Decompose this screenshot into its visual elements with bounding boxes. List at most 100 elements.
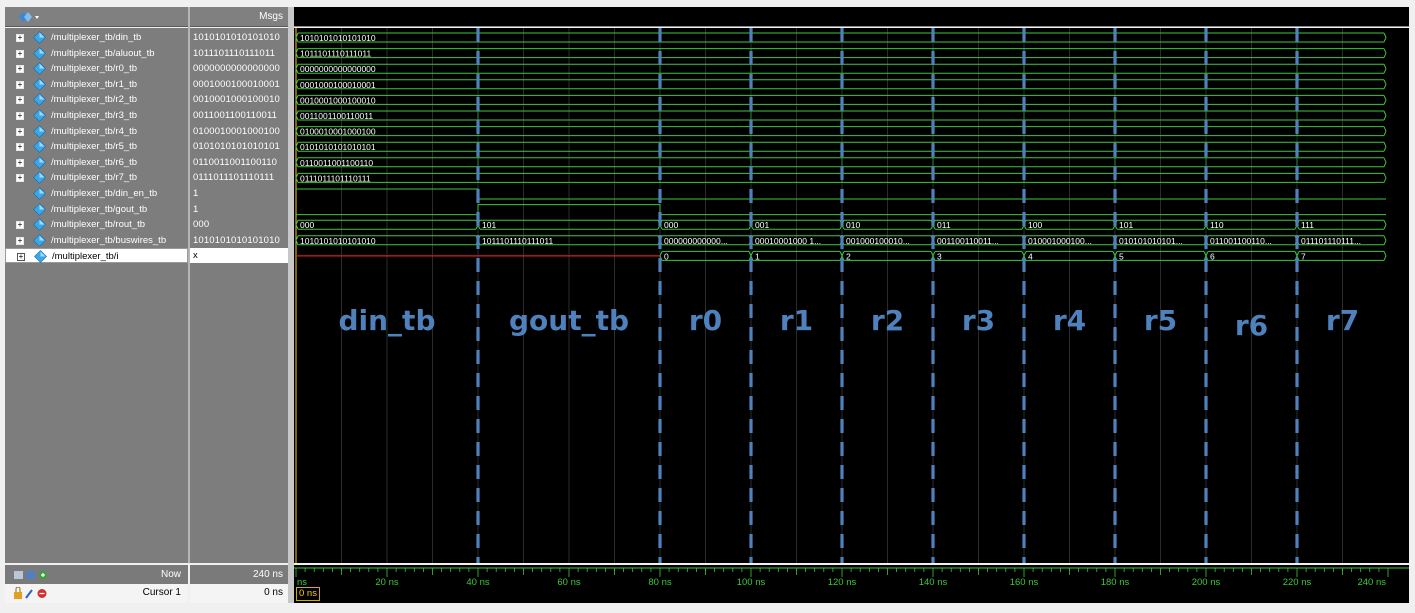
waveform-canvas[interactable]: 1010101010101010101110111011101100000000…: [294, 28, 1409, 563]
annotation-label: r2: [871, 304, 904, 337]
signal-value[interactable]: 1: [190, 202, 288, 217]
signal-row[interactable]: + /multiplexer_tb/i: [5, 248, 188, 264]
wave-menu-icon[interactable]: [17, 10, 45, 24]
ruler-label: 40 ns: [466, 577, 489, 588]
wave-window: Msgs + /multiplexer_tb/din_tb + /multiplexe…: [0, 0, 1415, 613]
signal-name: /multiplexer_tb/r7_tb: [51, 172, 138, 184]
diamond-icon: [33, 62, 46, 76]
signal-value[interactable]: 0111011101110111: [190, 170, 288, 185]
rout-value-label: 101: [482, 220, 496, 230]
expand-icon[interactable]: +: [16, 112, 24, 120]
bus-transition: [1383, 126, 1387, 136]
time-ruler-canvas[interactable]: ns 20 ns 40 ns 60 ns 80 ns 100 ns 120 ns 140 ns…: [294, 565, 1409, 603]
expand-icon[interactable]: +: [16, 236, 24, 245]
signal-row[interactable]: + /multiplexer_tb/r3_tb: [5, 108, 188, 123]
bus-value-label: 0011001100110011: [300, 111, 373, 121]
signal-value[interactable]: 0010001000100010: [190, 92, 288, 107]
expand-icon[interactable]: +: [16, 143, 24, 152]
now-label: Now: [160, 569, 181, 580]
expand-icon[interactable]: +: [16, 127, 24, 136]
i-value-label: 5: [1119, 251, 1124, 261]
bus-transition: [1383, 95, 1387, 105]
time-ruler[interactable]: ns 20 ns 40 ns 60 ns 80 ns 100 ns 120 ns 140 ns…: [294, 565, 1409, 603]
bus-value-label: 0000000000000000: [300, 64, 376, 74]
expand-icon[interactable]: +: [16, 34, 24, 42]
cursor-toolbar-icons[interactable]: [14, 587, 54, 600]
signal-value[interactable]: 1010101010101010: [190, 30, 288, 45]
waveform-area[interactable]: 1010101010101010 1011101110111011 00000000…: [294, 28, 1409, 563]
expand-icon[interactable]: +: [17, 253, 25, 262]
i-value-label: 2: [846, 251, 851, 261]
cursor-time-box[interactable]: 0 ns: [296, 587, 320, 601]
signal-value[interactable]: 1011101110111011: [190, 46, 288, 61]
now-value: 240 ns: [252, 569, 283, 580]
annotation-label: din_tb: [338, 304, 435, 337]
cursor-label: Cursor 1: [142, 587, 181, 598]
rout-value-label: 111: [1301, 220, 1314, 230]
cursor-value: 0 ns: [264, 587, 283, 598]
bus-transition: [1383, 63, 1387, 74]
expand-icon[interactable]: +: [16, 174, 24, 183]
annotation-label: r1: [780, 304, 813, 337]
now-toolbar-icons[interactable]: [14, 569, 54, 581]
signal-row[interactable]: + /multiplexer_tb/din_tb: [5, 30, 188, 45]
diamond-icon: [33, 202, 46, 216]
msgs-column-header[interactable]: Msgs: [190, 7, 288, 27]
diamond-icon: [33, 124, 46, 138]
signal-value[interactable]: 1010101010101010: [190, 233, 288, 248]
signal-row[interactable]: + /multiplexer_tb/r0_tb: [5, 61, 188, 76]
signal-row[interactable]: + /multiplexer_tb/r4_tb: [5, 124, 188, 139]
diamond-icon: [33, 171, 46, 185]
signal-value[interactable]: 0110011001100110: [190, 155, 288, 170]
signal-value[interactable]: 0101010101010101: [190, 139, 288, 154]
expand-icon[interactable]: +: [16, 49, 24, 58]
signal-row[interactable]: + /multiplexer_tb/aluout_tb: [5, 46, 188, 61]
signal-value[interactable]: 0011001100110011: [190, 108, 288, 123]
signal-row[interactable]: + /multiplexer_tb/r2_tb: [5, 92, 188, 107]
bus-transition: [1383, 110, 1387, 121]
signal-row[interactable]: + /multiplexer_tb/r7_tb: [5, 170, 188, 185]
signal-name: /multiplexer_tb/r0_tb: [51, 63, 138, 75]
signal-name: /multiplexer_tb/aluout_tb: [51, 47, 155, 59]
signal-name: /multiplexer_tb/i: [52, 251, 119, 263]
cursor-value-row[interactable]: 0 ns: [190, 584, 288, 603]
expand-icon[interactable]: +: [16, 80, 24, 89]
annotation-label: r3: [962, 304, 995, 337]
signal-row[interactable]: /multiplexer_tb/gout_tb: [5, 202, 188, 217]
signal-value[interactable]: 000: [190, 217, 288, 232]
expand-icon[interactable]: +: [16, 158, 24, 167]
signal-row[interactable]: + /multiplexer_tb/buswires_tb: [5, 233, 188, 248]
signal-value[interactable]: 0001000100010001: [190, 77, 288, 92]
annotation-label: r7: [1326, 304, 1359, 337]
signal-row[interactable]: /multiplexer_tb/din_en_tb: [5, 186, 188, 201]
signal-value[interactable]: 1: [190, 186, 288, 201]
signal-row[interactable]: + /multiplexer_tb/r1_tb: [5, 77, 188, 92]
signal-value[interactable]: x: [190, 248, 288, 264]
signal-row[interactable]: + /multiplexer_tb/r6_tb: [5, 155, 188, 170]
ruler-label: 200 ns: [1192, 577, 1221, 588]
bus-value-label: 0010001000100010: [300, 95, 376, 105]
expand-icon[interactable]: +: [16, 96, 24, 105]
expand-icon[interactable]: +: [16, 221, 24, 230]
ruler-label: 60 ns: [557, 577, 580, 588]
signal-name: /multiplexer_tb/din_en_tb: [51, 188, 158, 199]
rout-value-label: 001: [755, 220, 769, 230]
cursor-row[interactable]: Cursor 1: [5, 584, 188, 603]
signal-value[interactable]: 0000000000000000: [190, 61, 288, 76]
diamond-icon: [33, 218, 46, 232]
expand-icon[interactable]: +: [16, 65, 24, 74]
rout-value-label: 000: [300, 220, 314, 230]
status-names-pane: Now Cursor 1: [5, 565, 188, 603]
signal-row[interactable]: + /multiplexer_tb/r5_tb: [5, 139, 188, 154]
i-value-label: 1: [755, 251, 760, 261]
ruler-label: 80 ns: [648, 577, 671, 588]
rout-value-label: 101: [1119, 220, 1133, 230]
signal-row[interactable]: + /multiplexer_tb/rout_tb: [5, 217, 188, 232]
bus-transition: [1383, 251, 1387, 261]
bus-transition: [1383, 141, 1387, 152]
signal-value[interactable]: 0100010001000100: [190, 124, 288, 139]
buswires-value-label: 1011101110111011: [482, 236, 553, 246]
bus-transition: [1383, 79, 1387, 90]
diamond-icon: [33, 140, 46, 154]
diamond-icon: [33, 77, 46, 91]
